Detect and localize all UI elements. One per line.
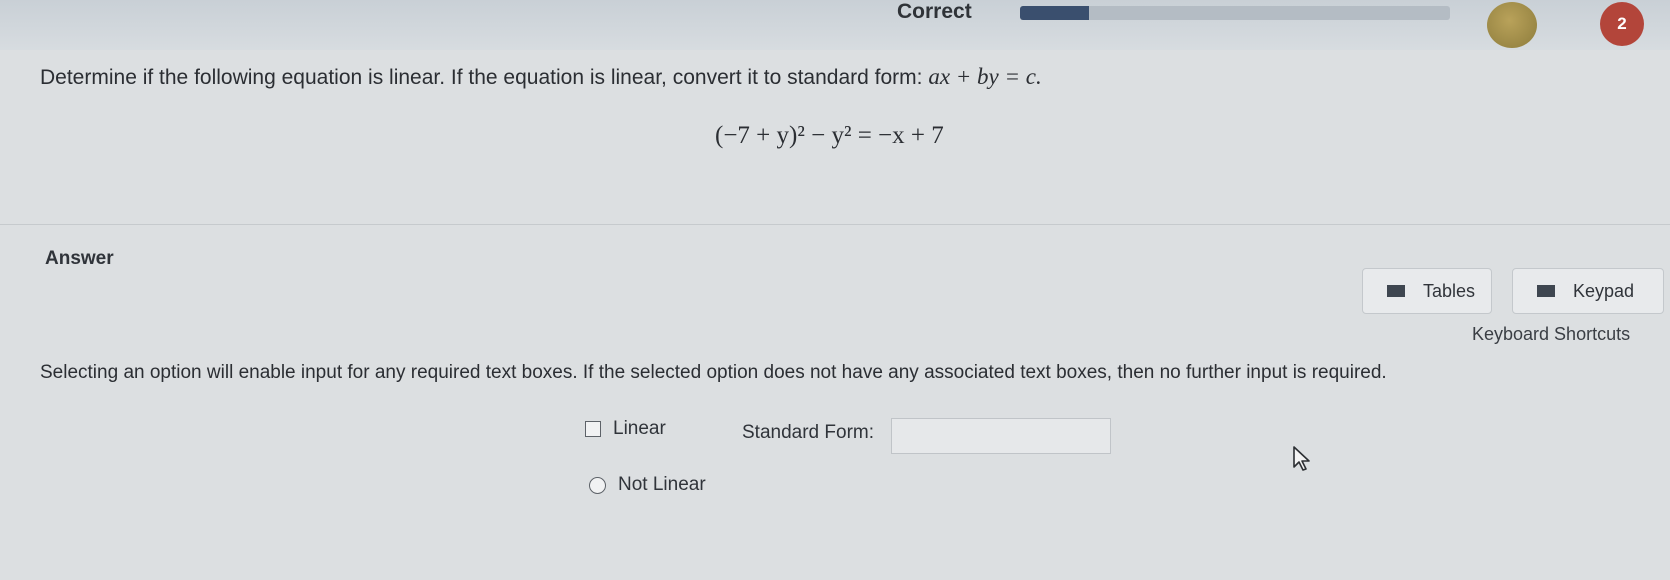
answer-heading: Answer: [45, 248, 114, 269]
question-prompt: Determine if the following equation is l…: [40, 64, 1042, 90]
radio-icon[interactable]: [589, 476, 606, 494]
progress-bar: [1020, 6, 1450, 20]
top-bar: Correct 2: [0, 0, 1670, 50]
checkbox-icon[interactable]: [585, 421, 601, 437]
keypad-icon: [1537, 285, 1555, 297]
option-linear-label: Linear: [613, 418, 666, 439]
standard-form-input[interactable]: [891, 418, 1111, 454]
keypad-button[interactable]: Keypad: [1512, 268, 1664, 314]
option-not-linear-label: Not Linear: [618, 474, 706, 495]
option-not-linear[interactable]: Not Linear: [589, 474, 706, 496]
question-text: Determine if the following equation is l…: [40, 66, 923, 89]
section-divider: [0, 224, 1670, 225]
option-linear[interactable]: Linear: [585, 418, 666, 440]
status-label: Correct: [897, 0, 972, 23]
mouse-cursor-icon: [1293, 446, 1310, 471]
notification-badge[interactable]: 2: [1600, 2, 1644, 46]
tables-label: Tables: [1423, 280, 1476, 301]
keyboard-shortcuts-link[interactable]: Keyboard Shortcuts: [1472, 324, 1630, 345]
keypad-label: Keypad: [1573, 280, 1635, 301]
equation: (−7 + y)² − y² = −x + 7: [715, 122, 944, 149]
streak-badge[interactable]: [1487, 2, 1537, 48]
standard-form-label: Standard Form:: [742, 422, 874, 443]
standard-form-formula: ax + by = c.: [928, 64, 1042, 89]
answer-instructions: Selecting an option will enable input fo…: [40, 362, 1387, 383]
tables-button[interactable]: Tables: [1362, 268, 1492, 314]
table-icon: [1387, 285, 1405, 297]
progress-fill: [1020, 6, 1089, 20]
